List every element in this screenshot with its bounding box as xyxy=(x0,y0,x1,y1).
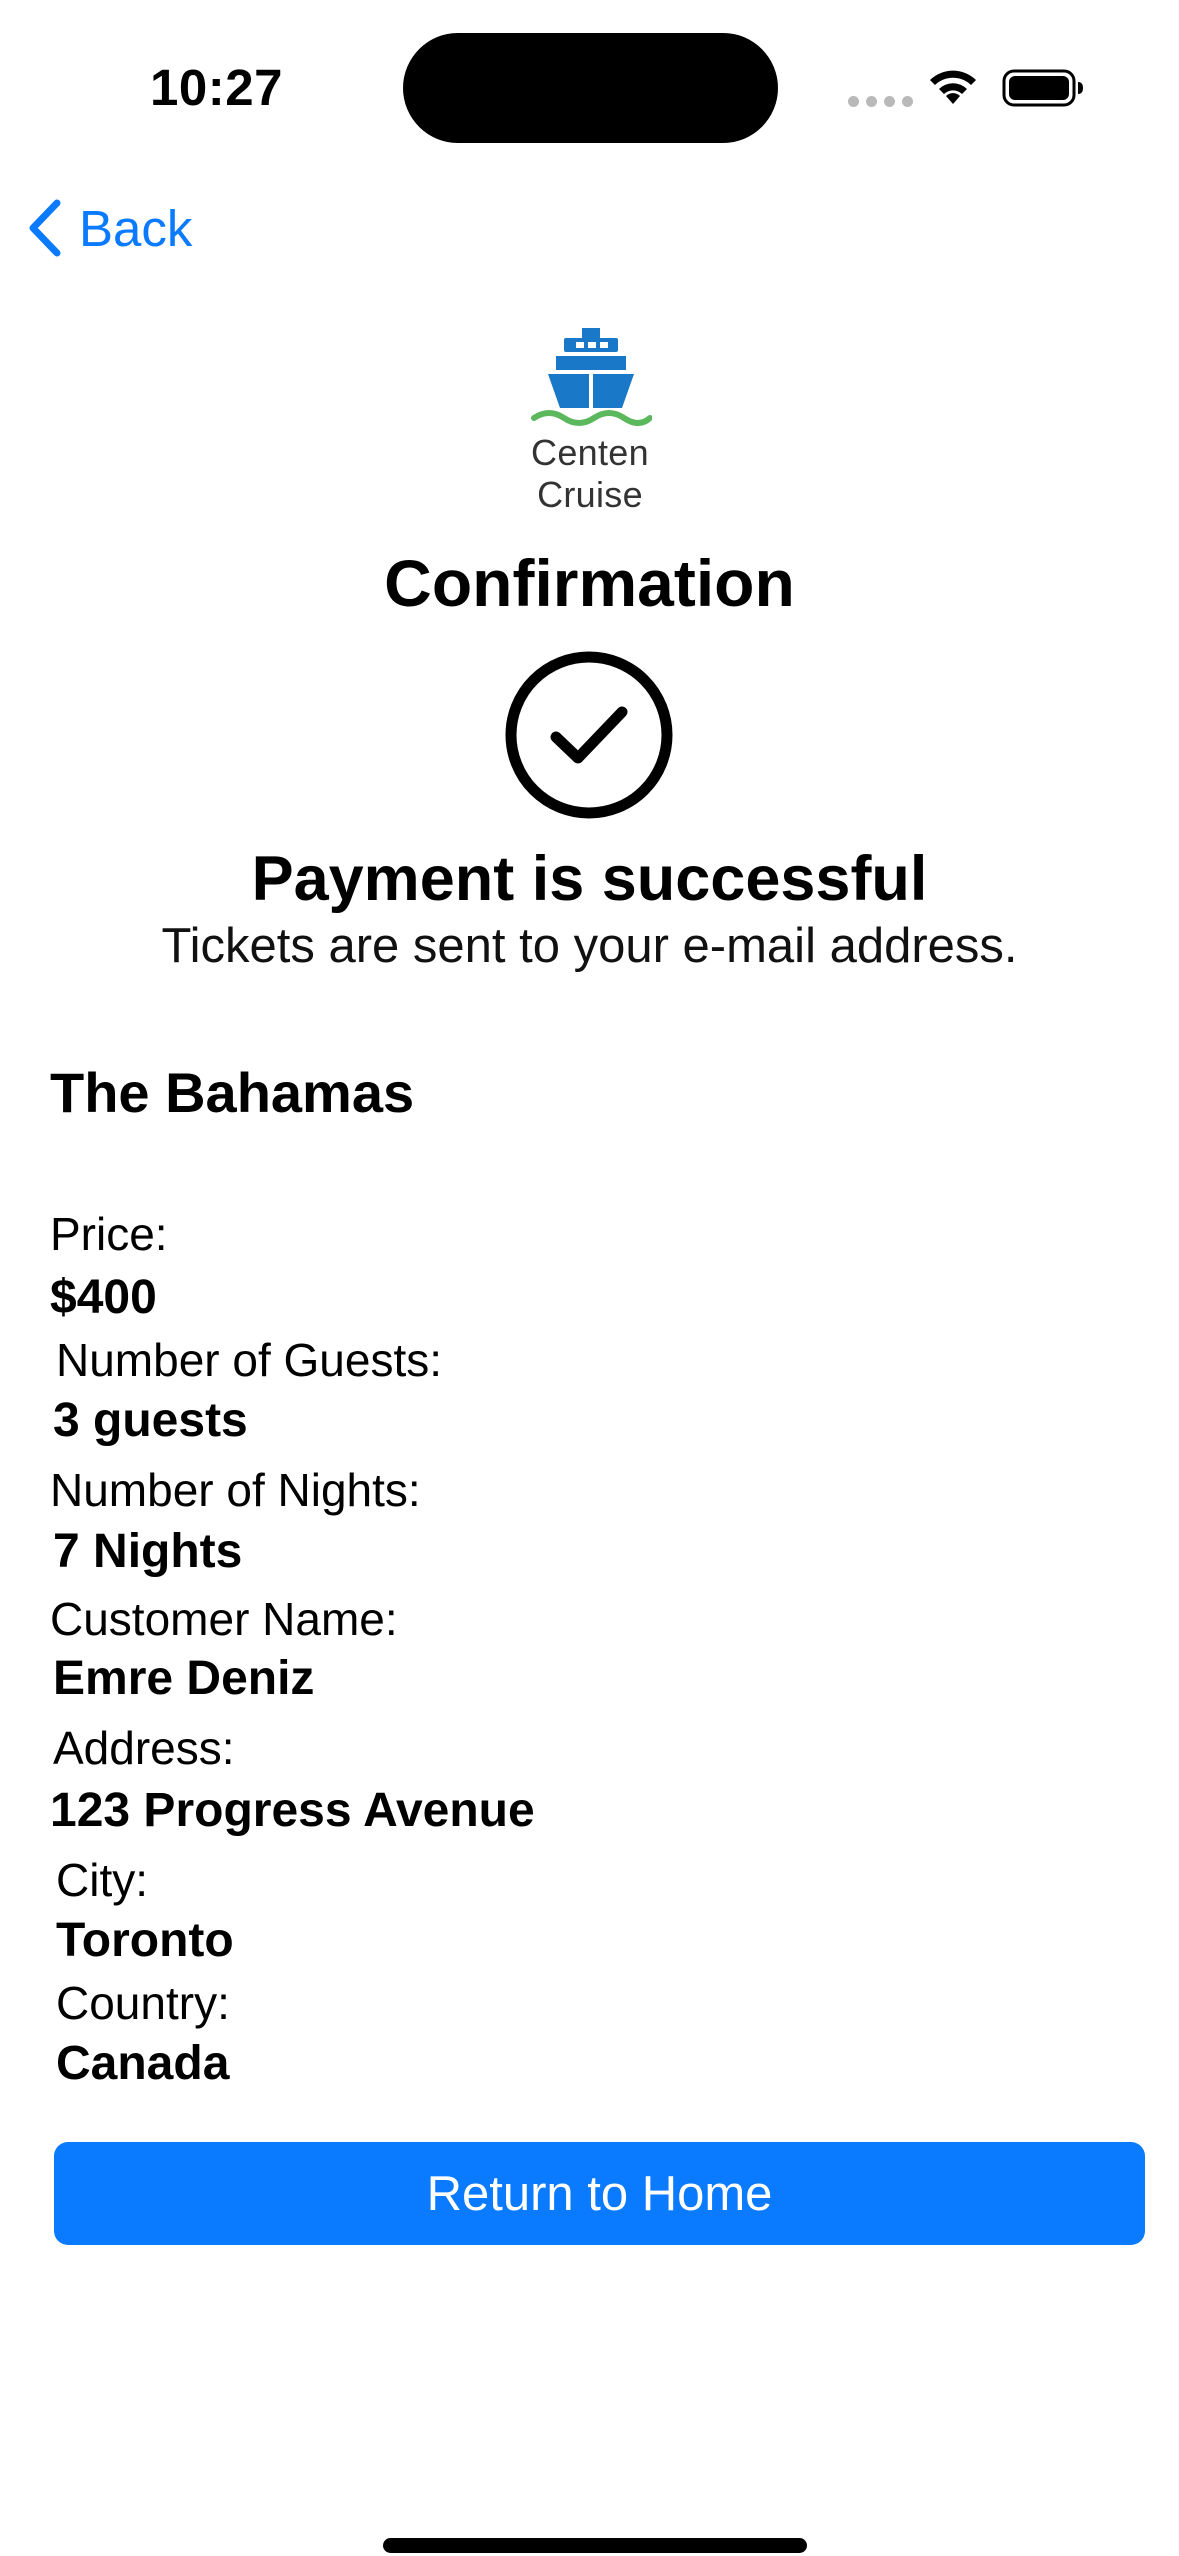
logo-wordmark: Centen Cruise xyxy=(531,432,649,515)
ship-icon xyxy=(531,328,652,426)
wifi-icon xyxy=(930,70,976,104)
country-value: Canada xyxy=(56,2037,230,2090)
back-label: Back xyxy=(79,199,193,257)
address-label: Address: xyxy=(53,1722,235,1774)
nights-label: Number of Nights: xyxy=(50,1464,421,1516)
nights-value: 7 Nights xyxy=(53,1525,243,1578)
home-indicator[interactable] xyxy=(383,2538,807,2553)
city-label: City: xyxy=(56,1854,148,1906)
back-button[interactable]: Back xyxy=(25,193,192,263)
checkmark-circle-icon xyxy=(505,651,673,819)
centen-cruise-logo: Centen Cruise xyxy=(480,322,700,515)
success-heading: Payment is successful xyxy=(251,844,928,914)
success-subtext: Tickets are sent to your e-mail address. xyxy=(161,919,1018,973)
city-value: Toronto xyxy=(56,1914,234,1967)
cellular-signal-icon xyxy=(848,96,913,107)
chevron-left-icon xyxy=(29,199,61,257)
status-bar-time: 10:27 xyxy=(150,59,283,116)
destination-title: The Bahamas xyxy=(50,1061,415,1124)
customer-name-value: Emre Deniz xyxy=(53,1652,315,1705)
country-label: Country: xyxy=(56,1977,230,2029)
address-value: 123 Progress Avenue xyxy=(50,1784,535,1837)
page-title: Confirmation xyxy=(384,546,795,620)
battery-icon xyxy=(1002,69,1083,107)
customer-name-label: Customer Name: xyxy=(50,1593,398,1645)
price-value: $400 xyxy=(50,1271,157,1324)
guests-label: Number of Guests: xyxy=(56,1334,443,1386)
return-to-home-button[interactable]: Return to Home xyxy=(54,2142,1145,2245)
price-label: Price: xyxy=(50,1208,168,1260)
dynamic-island xyxy=(403,33,778,143)
guests-value: 3 guests xyxy=(53,1394,248,1447)
